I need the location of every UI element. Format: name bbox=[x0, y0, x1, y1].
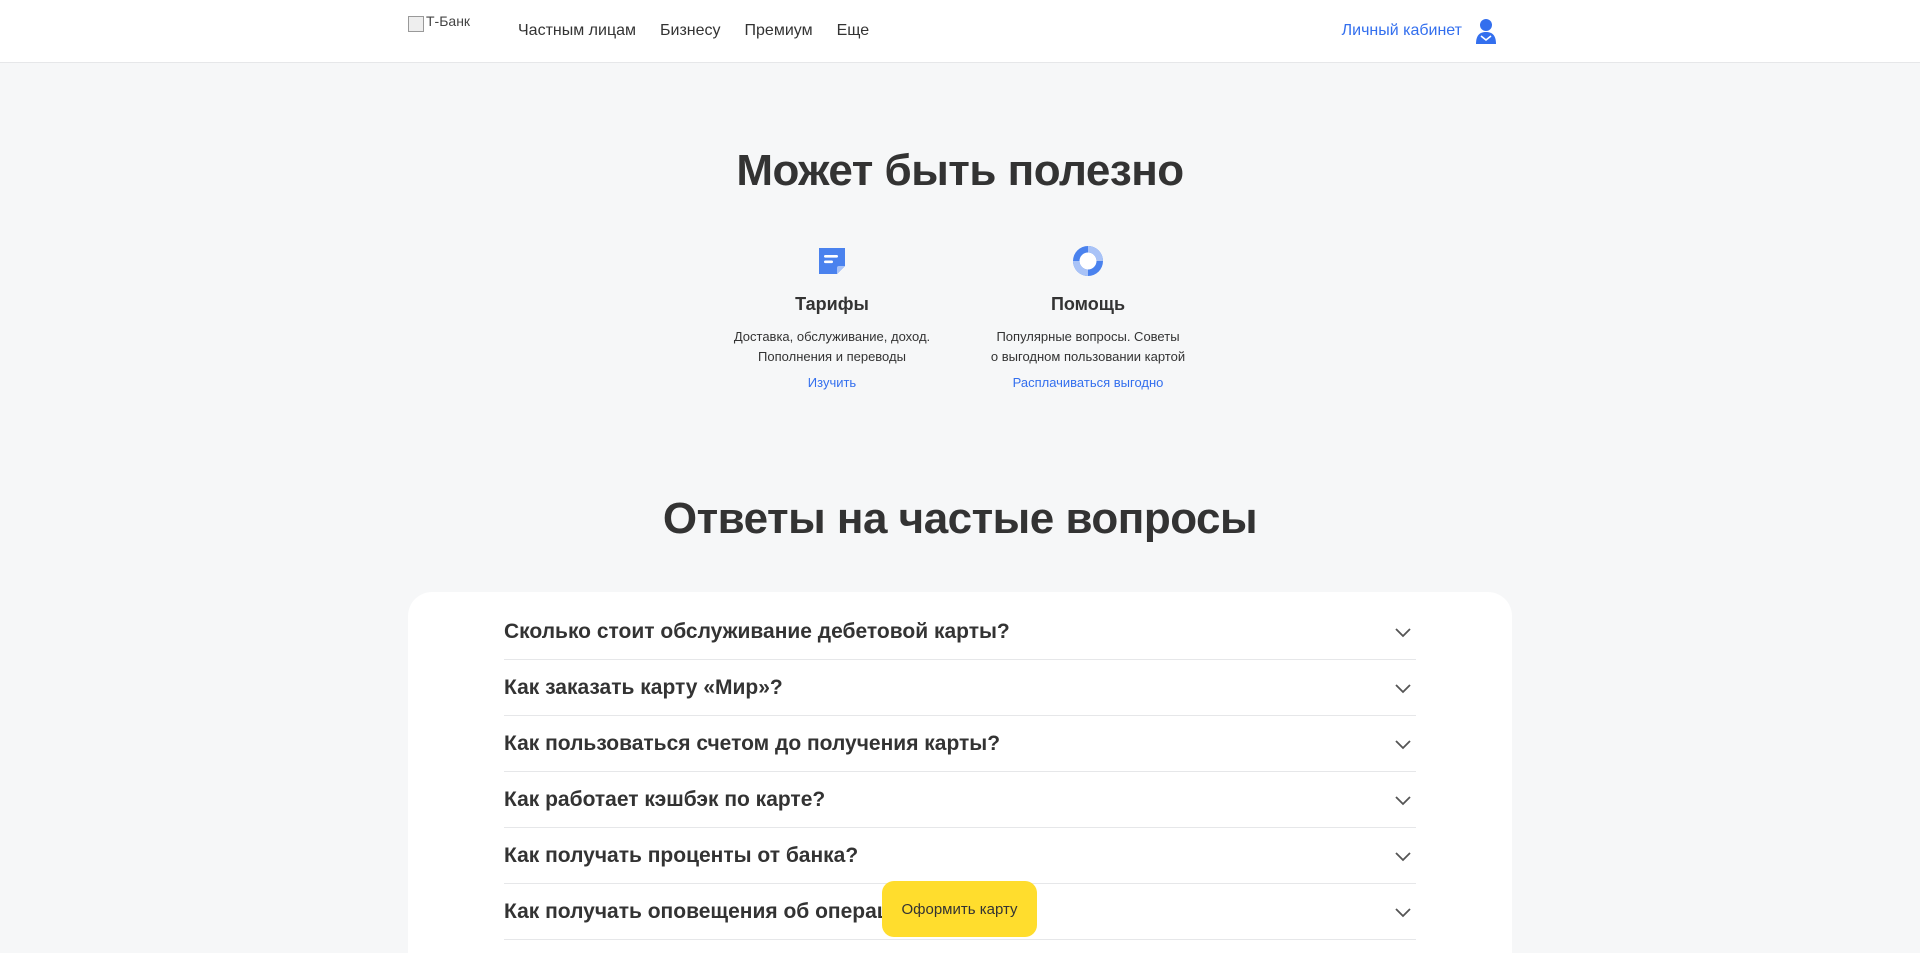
card-link-pay-profitably[interactable]: Расплачиваться выгодно bbox=[1013, 375, 1164, 390]
faq-question: Как получать оповещения об операциях? bbox=[504, 899, 940, 923]
chevron-down-icon bbox=[1395, 795, 1411, 805]
logo[interactable]: Т-Банк bbox=[408, 14, 470, 34]
chevron-down-icon bbox=[1395, 683, 1411, 693]
card-title: Тарифы bbox=[795, 294, 869, 314]
order-card-button[interactable]: Оформить карту bbox=[882, 881, 1037, 937]
chevron-down-icon bbox=[1395, 851, 1411, 861]
card-description: Доставка, обслуживание, доход. Пополнени… bbox=[733, 329, 931, 364]
card-title: Помощь bbox=[1050, 294, 1126, 314]
top-header: Т-Банк Частным лицам Бизнесу Премиум Еще… bbox=[0, 0, 1920, 63]
faq-question: Как получать проценты от банка? bbox=[504, 843, 859, 867]
card-description: Популярные вопросы. Советы о выгодном по… bbox=[990, 329, 1186, 364]
card-link-explore[interactable]: Изучить bbox=[808, 375, 856, 390]
faq-item[interactable]: Как заказать карту «Мир»? bbox=[504, 660, 1416, 716]
faq-item[interactable]: Как пользоваться счетом до получения кар… bbox=[504, 716, 1416, 772]
help-lifebuoy-icon bbox=[1073, 246, 1103, 276]
logo-alt-text: Т-Банк bbox=[426, 13, 471, 29]
card-help: Помощь Популярные вопросы. Советы о выго… bbox=[989, 244, 1187, 390]
card-tariffs: Тарифы Доставка, обслуживание, доход. По… bbox=[733, 244, 931, 390]
useful-cards: Тарифы Доставка, обслуживание, доход. По… bbox=[0, 244, 1920, 390]
main-nav: Частным лицам Бизнесу Премиум Еще bbox=[518, 22, 869, 40]
useful-title: Может быть полезно bbox=[736, 146, 1184, 195]
faq-question: Как работает кэшбэк по карте? bbox=[504, 787, 826, 811]
cabinet: Личный кабинет bbox=[1342, 18, 1498, 44]
broken-image-icon bbox=[408, 16, 424, 32]
user-icon[interactable] bbox=[1474, 18, 1498, 44]
faq-question: Сколько стоит обслуживание дебетовой кар… bbox=[504, 619, 1010, 643]
tariff-document-icon bbox=[819, 248, 845, 274]
faq-question: Как пользоваться счетом до получения кар… bbox=[504, 731, 1001, 755]
chevron-down-icon bbox=[1395, 907, 1411, 917]
chevron-down-icon bbox=[1395, 627, 1411, 637]
nav-business[interactable]: Бизнесу bbox=[660, 22, 721, 40]
nav-more[interactable]: Еще bbox=[837, 22, 870, 40]
faq-question: Как заказать карту «Мир»? bbox=[504, 675, 783, 699]
nav-premium[interactable]: Премиум bbox=[745, 22, 813, 40]
chevron-down-icon bbox=[1395, 739, 1411, 749]
nav-private[interactable]: Частным лицам bbox=[518, 22, 636, 40]
faq-item[interactable]: Как получать проценты от банка? bbox=[504, 828, 1416, 884]
cabinet-link[interactable]: Личный кабинет bbox=[1342, 22, 1462, 40]
faq-item[interactable]: Сколько стоит обслуживание дебетовой кар… bbox=[504, 604, 1416, 660]
faq-item[interactable]: Как работает кэшбэк по карте? bbox=[504, 772, 1416, 828]
faq-title: Ответы на частые вопросы bbox=[662, 494, 1258, 543]
